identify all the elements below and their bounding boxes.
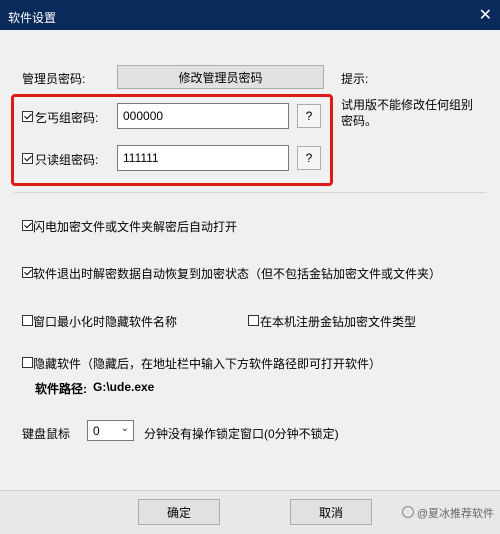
beggar-group-password-field[interactable]: 000000: [117, 103, 289, 129]
beggar-group-help-button[interactable]: ?: [297, 104, 321, 128]
flash-auto-open-checkbox[interactable]: [22, 220, 33, 231]
settings-panel: 管理员密码: 修改管理员密码 提示: 试用版不能修改任何组别 密码。 乞丐组密码…: [0, 30, 500, 534]
readonly-group-checkbox[interactable]: [22, 153, 33, 164]
flash-auto-open-label: 闪电加密文件或文件夹解密后自动打开: [33, 220, 238, 234]
readonly-group-help-button[interactable]: ?: [297, 146, 321, 170]
close-icon[interactable]: ✕: [479, 5, 492, 25]
change-admin-password-button[interactable]: 修改管理员密码: [117, 65, 324, 89]
hide-software-label: 隐藏软件（隐藏后，在地址栏中输入下方软件路径即可打开软件）: [33, 357, 382, 371]
readonly-group-password-field[interactable]: 111111: [117, 145, 289, 171]
hint-text-line2: 密码。: [341, 114, 378, 128]
lock-minutes-select[interactable]: 0 ⌄: [87, 420, 134, 441]
section-divider: [14, 192, 486, 193]
hide-name-minimized-label: 窗口最小化时隐藏软件名称: [33, 315, 178, 329]
hide-software-checkbox[interactable]: [22, 357, 33, 368]
register-type-checkbox[interactable]: [248, 315, 259, 326]
register-type-label: 在本机注册金钻加密文件类型: [260, 315, 417, 329]
ok-button[interactable]: 确定: [138, 499, 220, 525]
hint-text-line1: 试用版不能修改任何组别: [341, 98, 474, 112]
hint-label: 提示:: [341, 72, 369, 86]
restore-on-exit-label: 软件退出时解密数据自动恢复到加密状态（但不包括金钻加密文件或文件夹）: [33, 267, 442, 281]
window-title: 软件设置: [8, 11, 57, 25]
keyboard-mouse-label: 键盘鼠标: [22, 427, 71, 441]
beggar-group-checkbox[interactable]: [22, 111, 33, 122]
chevron-down-icon: ⌄: [120, 423, 129, 434]
title-bar: 软件设置 ✕: [0, 0, 500, 30]
watermark-text: @夏冰推荐软件: [416, 508, 494, 520]
hide-name-minimized-checkbox[interactable]: [22, 315, 33, 326]
admin-password-label: 管理员密码:: [22, 72, 86, 86]
software-path-value: G:\ude.exe: [93, 380, 155, 394]
lock-minutes-value: 0: [93, 424, 100, 438]
software-path-label: 软件路径:: [35, 382, 87, 396]
cancel-button[interactable]: 取消: [290, 499, 372, 525]
lock-suffix-label: 分钟没有操作锁定窗口(0分钟不锁定): [144, 427, 339, 441]
watermark: @夏冰推荐软件: [401, 505, 494, 521]
restore-on-exit-checkbox[interactable]: [22, 267, 33, 278]
beggar-group-label: 乞丐组密码:: [35, 111, 99, 125]
readonly-group-label: 只读组密码:: [35, 153, 99, 167]
watermark-icon: [401, 506, 414, 518]
